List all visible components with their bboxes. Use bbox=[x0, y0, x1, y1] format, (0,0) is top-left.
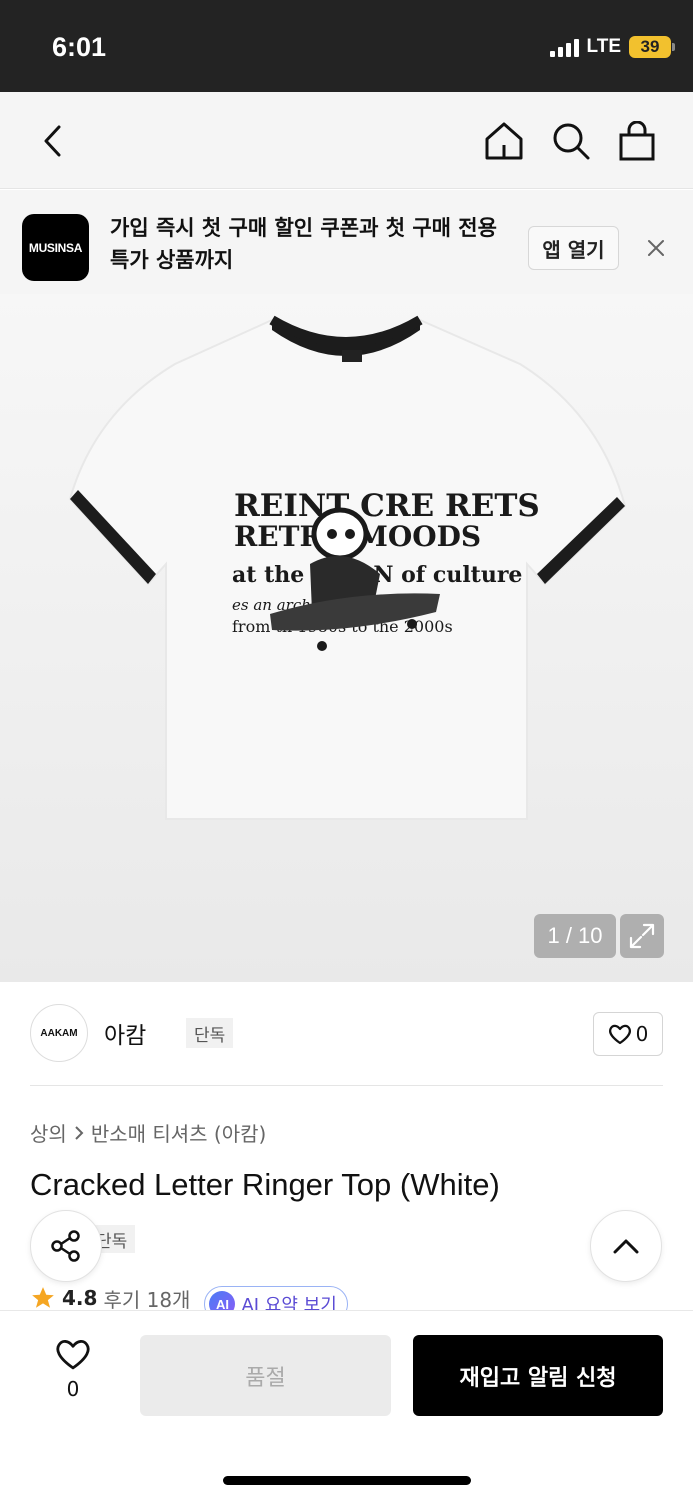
product-title: Cracked Letter Ringer Top (White) bbox=[30, 1167, 500, 1202]
breadcrumb-level1[interactable]: 상의 bbox=[30, 1118, 67, 1147]
status-time: 6:01 bbox=[52, 32, 107, 62]
image-counter: 1 / 10 bbox=[534, 914, 616, 958]
rating-value: 4.8 bbox=[62, 1286, 98, 1310]
shopping-bag-icon bbox=[619, 121, 655, 161]
signal-icon bbox=[549, 37, 579, 57]
print-line-1: REINT CRE RETS bbox=[234, 488, 540, 524]
brand-avatar[interactable]: AAKAM bbox=[30, 1004, 88, 1062]
chevron-left-icon bbox=[44, 125, 61, 157]
expand-icon bbox=[629, 923, 655, 949]
brand-like-button[interactable]: 0 bbox=[593, 1012, 663, 1056]
wishlist-button[interactable]: 0 bbox=[40, 1337, 106, 1407]
home-indicator bbox=[223, 1476, 471, 1485]
top-nav bbox=[0, 92, 693, 189]
heart-icon bbox=[56, 1340, 90, 1370]
musinsa-logo: MUSINSA bbox=[22, 214, 89, 281]
star-icon bbox=[32, 1287, 54, 1308]
rating-row: 4.8 후기 18개 AI AI 요약 보기 bbox=[30, 1284, 430, 1312]
ai-icon: AI bbox=[209, 1291, 236, 1312]
heart-icon bbox=[608, 1024, 631, 1045]
ai-summary-button[interactable]: AI AI 요약 보기 bbox=[204, 1286, 348, 1312]
wishlist-count: 0 bbox=[66, 1377, 80, 1401]
banner-message: 가입 즉시 첫 구매 할인 쿠폰과 첫 구매 전용 특가 상품까지 bbox=[110, 216, 497, 272]
network-label: LTE bbox=[586, 36, 621, 57]
status-bar: 6:01 LTE 39 bbox=[0, 0, 693, 92]
brand-like-count: 0 bbox=[635, 1022, 649, 1046]
breadcrumb: 상의 반소매 티셔츠 (아캄) bbox=[30, 1118, 266, 1147]
chevron-up-icon bbox=[613, 1239, 639, 1254]
share-icon bbox=[51, 1230, 80, 1262]
status-indicators: LTE 39 bbox=[549, 36, 675, 58]
share-button[interactable] bbox=[30, 1210, 102, 1282]
expand-image-button[interactable] bbox=[620, 914, 664, 958]
search-button[interactable] bbox=[548, 118, 594, 164]
cart-button[interactable] bbox=[614, 118, 660, 164]
restock-alert-button[interactable]: 재입고 알림 신청 bbox=[413, 1335, 663, 1416]
open-app-button[interactable]: 앱 열기 bbox=[528, 226, 619, 270]
home-button[interactable] bbox=[481, 118, 527, 164]
banner-close-button[interactable] bbox=[640, 232, 672, 264]
app-promo-banner: MUSINSA 가입 즉시 첫 구매 할인 쿠폰과 첫 구매 전용 특가 상품까… bbox=[0, 190, 693, 294]
chevron-right-icon bbox=[75, 1125, 84, 1140]
bottom-purchase-bar: 0 품절 재입고 알림 신청 bbox=[0, 1310, 693, 1500]
ai-summary-label: AI 요약 보기 bbox=[241, 1295, 337, 1312]
brand-row: AAKAM 아캄 단독 0 bbox=[30, 1004, 663, 1086]
soldout-button[interactable]: 품절 bbox=[140, 1335, 391, 1416]
battery-icon: 39 bbox=[629, 36, 675, 58]
close-icon bbox=[648, 240, 664, 256]
breadcrumb-level2[interactable]: 반소매 티셔츠 (아캄) bbox=[91, 1118, 267, 1147]
scroll-to-top-button[interactable] bbox=[590, 1210, 662, 1282]
review-count-link[interactable]: 후기 18개 bbox=[103, 1284, 190, 1312]
exclusive-badge: 단독 bbox=[186, 1018, 234, 1048]
product-image-viewer[interactable]: REINT CRE RETS RETRO MOODS at the s MAN … bbox=[0, 294, 693, 982]
brand-name[interactable]: 아캄 bbox=[104, 1016, 146, 1050]
back-button[interactable] bbox=[30, 118, 76, 164]
search-icon bbox=[553, 123, 590, 160]
product-photo: REINT CRE RETS RETRO MOODS at the s MAN … bbox=[68, 315, 627, 820]
home-icon bbox=[485, 122, 523, 160]
